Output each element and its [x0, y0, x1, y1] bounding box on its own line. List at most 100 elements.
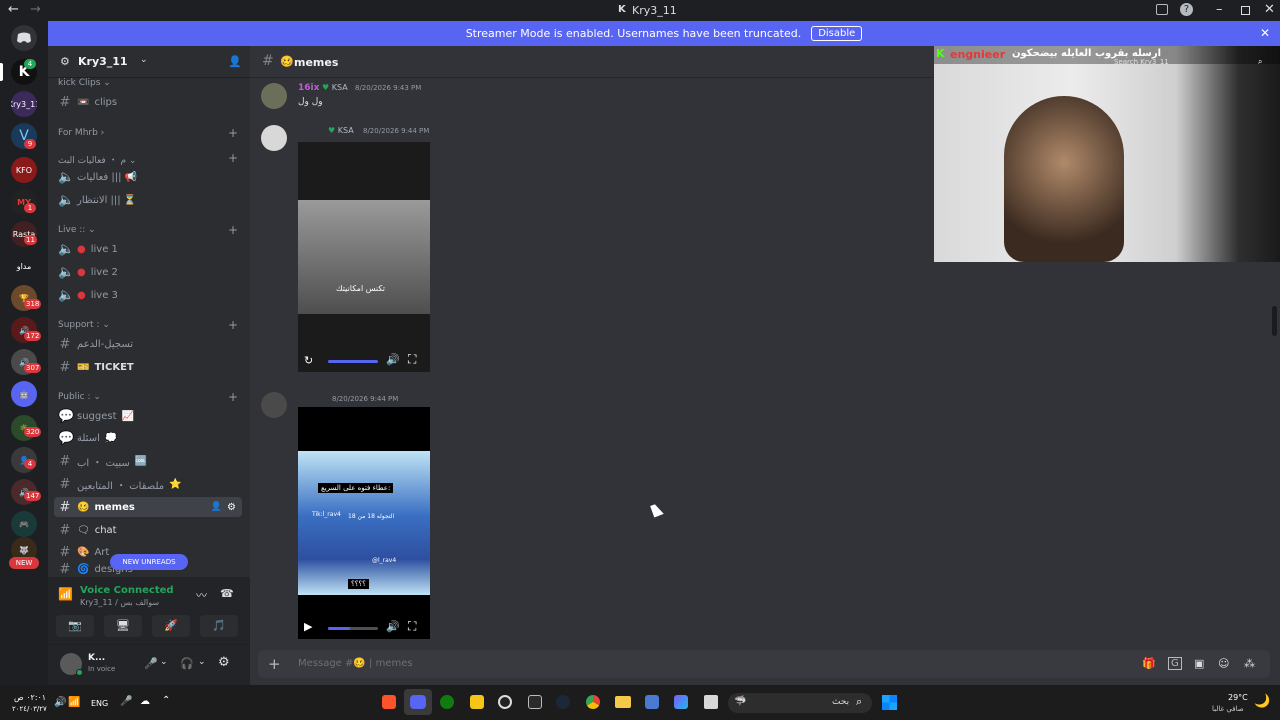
server-kry3-icon[interactable]: Kry3_11 [11, 91, 37, 117]
scrollbar-thumb[interactable] [1272, 306, 1277, 336]
server-mdawa-icon[interactable]: مداو [11, 253, 37, 279]
add-channel-icon[interactable]: + [228, 151, 238, 165]
gif-icon[interactable]: G [1168, 657, 1182, 670]
wifi-icon[interactable]: 📶 [68, 697, 80, 708]
camera-off-button[interactable]: 📷 [56, 615, 94, 637]
replay-icon[interactable]: ↻ [304, 354, 313, 367]
new-unreads-button[interactable]: NEW UNREADS [110, 554, 188, 570]
gift-icon[interactable]: 🎁 [1142, 657, 1156, 670]
inbox-icon[interactable] [1156, 4, 1168, 15]
user-name[interactable]: K... [88, 653, 105, 663]
emoji-icon[interactable]: ☺ [1218, 657, 1229, 670]
volume-icon[interactable]: 🔊 [386, 620, 400, 633]
chevron-down-icon[interactable]: ⌄ [160, 657, 168, 667]
video-player[interactable]: عطاء فتوه على السريع: التجوله 18 من 18 T… [298, 407, 430, 639]
add-attachment-icon[interactable]: + [268, 655, 281, 673]
channel-suggest[interactable]: 💬 suggest 📈 [58, 406, 238, 426]
close-window-icon[interactable]: ✕ [1264, 2, 1275, 17]
channel-stickers[interactable]: # ملصقات ・ المتابعين ⭐ [58, 474, 238, 494]
taskbar-time[interactable]: ٠٢:٠١ ص [14, 693, 46, 702]
app-window-icon[interactable] [704, 695, 718, 709]
category-public[interactable]: Public : ⌄ [58, 392, 101, 402]
add-channel-icon[interactable]: + [228, 126, 238, 140]
channel-clips[interactable]: # 📼 clips [58, 92, 238, 112]
forward-icon[interactable]: → [30, 2, 41, 17]
voice-channel-live-1[interactable]: 🔈 ● live 1 [58, 239, 238, 259]
direct-messages-icon[interactable] [11, 25, 37, 51]
voice-channel-events[interactable]: 🔈 فعاليات ||| 📢 [58, 167, 238, 187]
server-kfo-icon[interactable]: KFO [11, 157, 37, 183]
volume-tray-icon[interactable]: 🔊 [54, 697, 66, 708]
teams-icon[interactable] [674, 695, 688, 709]
close-banner-icon[interactable]: ✕ [1260, 26, 1270, 40]
server-header[interactable]: ⚙ Kry3_11 ⌄ 👤 [48, 46, 250, 78]
rockstar-icon[interactable] [470, 695, 484, 709]
disconnect-icon[interactable]: ☎ [220, 587, 234, 600]
channel-chat[interactable]: # 🗨 chat [58, 520, 238, 540]
message-avatar[interactable] [261, 83, 287, 109]
activities-button[interactable]: 🚀 [152, 615, 190, 637]
voice-channel-waiting[interactable]: 🔈 الانتظار ||| ⏳ [58, 190, 238, 210]
voice-channel-live-2[interactable]: 🔈 ● live 2 [58, 262, 238, 282]
voice-location[interactable]: Kry3_11 / سوالف بس [80, 598, 159, 607]
invite-people-icon[interactable]: 👤 [228, 55, 242, 68]
chevron-down-icon[interactable]: ⌄ [198, 657, 206, 667]
channel-support-register[interactable]: # تسجيل-الدعم [58, 334, 238, 354]
category-kick-clips[interactable]: kick Clips ⌄ [58, 78, 111, 88]
sticker-icon[interactable]: ▣ [1194, 657, 1204, 670]
fullscreen-icon[interactable]: ⛶ [408, 619, 416, 634]
back-icon[interactable]: ← [8, 2, 19, 17]
play-icon[interactable]: ▶ [304, 620, 312, 633]
brave-browser-icon[interactable] [382, 695, 396, 709]
channel-questions[interactable]: 💬 اسئلة 💭 [58, 428, 238, 448]
taskbar-search-box[interactable]: 🦈 بحث ⌕ [728, 693, 872, 713]
channel-ticket[interactable]: # 🎫 TICKET [58, 357, 238, 377]
server-avatar-icon[interactable]: 🎮 [11, 511, 37, 537]
connection-signal-icon[interactable]: 📶 [58, 587, 73, 601]
noise-suppression-icon[interactable]: 〰 [196, 587, 207, 603]
tray-app-icon[interactable]: ☁ [140, 696, 150, 707]
fullscreen-icon[interactable]: ⛶ [408, 352, 416, 367]
microphone-icon[interactable]: 🎤 [144, 657, 158, 670]
category-for-mhrb[interactable]: For Mhrb › [58, 128, 104, 138]
mic-tray-icon[interactable]: 🎤 [120, 696, 132, 707]
discord-taskbar-icon[interactable] [410, 695, 426, 709]
message-author[interactable]: 16ix [298, 83, 319, 93]
stream-overlay[interactable]: K engnieer ارسله بقروب العايله بيضحكون S… [934, 46, 1280, 262]
create-invite-icon[interactable]: 👤 [211, 502, 222, 512]
chrome-icon[interactable] [586, 695, 600, 709]
minimize-icon[interactable]: – [1216, 2, 1223, 17]
maximize-icon[interactable] [1241, 6, 1250, 15]
category-support[interactable]: Support : ⌄ [58, 320, 110, 330]
chevron-up-icon[interactable]: ⌃ [162, 695, 170, 706]
category-events[interactable]: م ・ فعاليات البث ⌄ [58, 153, 136, 166]
add-channel-icon[interactable]: + [228, 223, 238, 237]
message-avatar[interactable] [261, 392, 287, 418]
channel-settings-icon[interactable]: ⚙ [227, 502, 236, 513]
message-avatar[interactable] [261, 125, 287, 151]
file-explorer-icon[interactable] [615, 696, 631, 708]
soundboard-button[interactable]: 🎵 [200, 615, 238, 637]
apps-icon[interactable]: ⁂ [1244, 657, 1255, 670]
windows-start-icon[interactable] [882, 695, 897, 710]
voice-channel-live-3[interactable]: 🔈 ● live 3 [58, 285, 238, 305]
weather-icon[interactable]: 🌙 [1254, 694, 1270, 709]
weather-temp[interactable]: 29°C [1228, 693, 1248, 702]
channel-setup[interactable]: # سبيت ・ اب 🆒 [58, 451, 238, 471]
language-indicator[interactable]: ENG [91, 699, 108, 708]
search-icon[interactable]: ⌕ [1258, 57, 1262, 67]
add-channel-icon[interactable]: + [228, 318, 238, 332]
category-live[interactable]: Live :: ⌄ [58, 225, 96, 235]
user-settings-icon[interactable]: ⚙ [218, 655, 230, 670]
disable-button[interactable]: Disable [811, 26, 863, 41]
store-icon[interactable] [645, 695, 659, 709]
game-launcher-icon[interactable] [498, 695, 512, 709]
stream-search[interactable]: Search Kry3_11 [1114, 58, 1169, 66]
help-icon[interactable]: ? [1180, 3, 1193, 16]
progress-bar[interactable] [328, 360, 378, 363]
volume-icon[interactable]: 🔊 [386, 353, 400, 366]
message-input-box[interactable]: + Message #🥴 | memes 🎁 G ▣ ☺ ⁂ [258, 650, 1270, 678]
channel-memes[interactable]: # 🥴 memes 👤 ⚙ [54, 497, 242, 517]
headphones-icon[interactable]: 🎧 [180, 657, 194, 670]
steam-icon[interactable] [556, 695, 570, 709]
